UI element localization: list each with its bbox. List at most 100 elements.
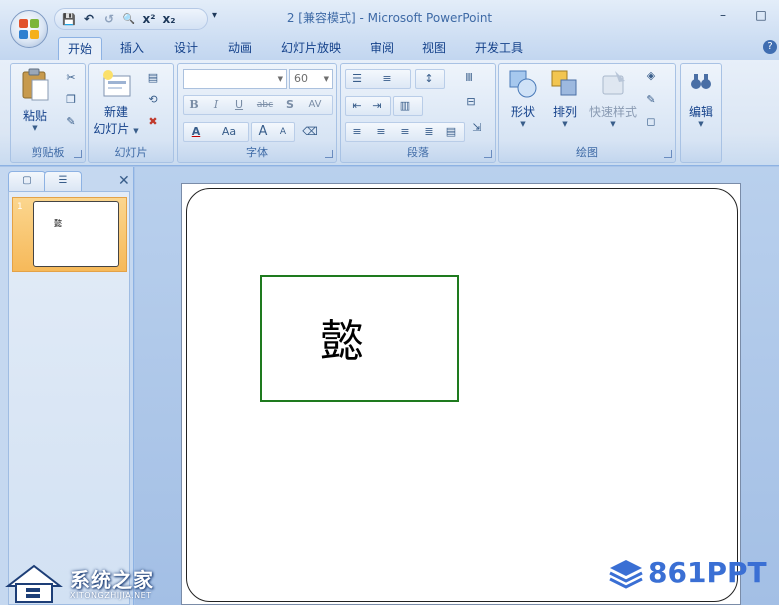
font-size-dropdown-icon: ▼ bbox=[323, 75, 329, 83]
drawing-launcher-icon[interactable] bbox=[664, 150, 672, 158]
minimize-button[interactable]: – bbox=[713, 6, 733, 24]
shrink-font-button[interactable]: A bbox=[275, 123, 291, 141]
new-slide-label-1: 新建 bbox=[103, 105, 128, 119]
align-left-icon[interactable]: ≡ bbox=[349, 124, 365, 140]
maximize-button[interactable]: □ bbox=[751, 6, 771, 24]
outline-tab-icon[interactable]: ☰ bbox=[44, 171, 82, 191]
layout-icon[interactable]: ▤ bbox=[145, 70, 161, 86]
clear-formatting-icon[interactable]: ⌫ bbox=[302, 124, 318, 140]
slide-canvas[interactable]: 懿 bbox=[181, 183, 741, 605]
group-font: ▼ 60 ▼ B I U abc S AV A Aa A A ⌫ 字体 bbox=[177, 63, 337, 163]
quick-styles-icon bbox=[602, 71, 625, 95]
thumbnail-text: 懿 bbox=[54, 219, 62, 228]
text-direction-icon[interactable]: Ⅲ bbox=[461, 70, 477, 86]
numbering-icon[interactable]: ≡ bbox=[379, 71, 395, 87]
tab-view[interactable]: 视图 bbox=[414, 37, 454, 60]
shapes-dropdown-icon: ▼ bbox=[520, 120, 526, 128]
tab-review[interactable]: 审阅 bbox=[362, 37, 402, 60]
tab-home[interactable]: 开始 bbox=[58, 37, 102, 60]
shapes-label: 形状 bbox=[510, 105, 535, 119]
text-box[interactable]: 懿 bbox=[260, 275, 459, 402]
line-spacing-icon[interactable]: ↕ bbox=[421, 71, 437, 87]
slides-panel: ▢ ☰ ✕ 1 懿 bbox=[0, 167, 134, 605]
tab-slideshow[interactable]: 幻灯片放映 bbox=[274, 37, 348, 60]
shapes-button[interactable]: 形状 ▼ bbox=[503, 68, 543, 128]
font-group-label: 字体 bbox=[246, 146, 268, 159]
underline-button[interactable]: U bbox=[231, 96, 247, 114]
editing-button[interactable]: 编辑 ▼ bbox=[683, 70, 719, 128]
shape-effects-icon[interactable]: ◻ bbox=[643, 114, 659, 130]
copy-icon[interactable]: ❐ bbox=[63, 92, 79, 108]
office-button[interactable] bbox=[10, 10, 48, 48]
office-logo-icon bbox=[19, 19, 39, 39]
slide-number: 1 bbox=[17, 202, 23, 212]
arrange-dropdown-icon: ▼ bbox=[562, 120, 568, 128]
help-icon[interactable]: ? bbox=[763, 40, 777, 54]
shape-outline-icon[interactable]: ✎ bbox=[643, 92, 659, 108]
paste-button[interactable]: 粘贴 ▼ bbox=[15, 68, 55, 132]
cut-icon[interactable]: ✂ bbox=[63, 70, 79, 86]
paste-icon bbox=[22, 68, 49, 101]
align-center-icon[interactable]: ≡ bbox=[373, 124, 389, 140]
increase-indent-icon[interactable]: ⇥ bbox=[369, 98, 385, 114]
close-panel-icon[interactable]: ✕ bbox=[118, 173, 130, 189]
align-right-icon[interactable]: ≡ bbox=[397, 124, 413, 140]
slide-workspace: 懿 bbox=[135, 167, 779, 605]
tab-design[interactable]: 设计 bbox=[166, 37, 206, 60]
new-slide-icon bbox=[103, 70, 131, 97]
delete-slide-icon[interactable]: ✖ bbox=[145, 114, 161, 130]
bold-button[interactable]: B bbox=[186, 96, 202, 114]
watermark-xitongzhijia: 系统之家 XITONGZHIJIA.NET bbox=[0, 558, 175, 605]
italic-button[interactable]: I bbox=[208, 96, 224, 114]
panel-tabs: ▢ ☰ ✕ bbox=[8, 171, 132, 191]
arrange-button[interactable]: 排列 ▼ bbox=[545, 68, 585, 128]
font-launcher-icon[interactable] bbox=[325, 150, 333, 158]
text-box-content[interactable]: 懿 bbox=[320, 305, 364, 369]
tab-developer[interactable]: 开发工具 bbox=[468, 37, 530, 60]
smartart-icon[interactable]: ⇲ bbox=[469, 120, 485, 136]
font-name-combo[interactable]: ▼ bbox=[183, 69, 287, 89]
watermark-left-url: XITONGZHIJIA.NET bbox=[70, 591, 152, 600]
window-title: 2 [兼容模式] - Microsoft PowerPoint bbox=[286, 11, 493, 25]
quick-styles-button[interactable]: 快速样式 ▼ bbox=[587, 68, 639, 128]
paragraph-launcher-icon[interactable] bbox=[484, 150, 492, 158]
paragraph-group-label: 段落 bbox=[407, 146, 429, 159]
group-clipboard: 粘贴 ▼ ✂ ❐ ✎ 剪贴板 bbox=[10, 63, 86, 163]
shadow-button[interactable]: S bbox=[282, 96, 298, 114]
shape-fill-icon[interactable]: ◈ bbox=[643, 68, 659, 84]
clipboard-launcher-icon[interactable] bbox=[74, 150, 82, 158]
watermark-left-brand: 系统之家 bbox=[70, 568, 154, 592]
strikethrough-button[interactable]: abc bbox=[254, 96, 276, 114]
new-slide-button[interactable]: 新建 幻灯片 ▼ bbox=[91, 68, 141, 137]
decrease-indent-icon[interactable]: ⇤ bbox=[349, 98, 365, 114]
shapes-icon bbox=[509, 70, 537, 98]
tab-insert[interactable]: 插入 bbox=[112, 37, 152, 60]
reset-icon[interactable]: ⟲ bbox=[145, 92, 161, 108]
justify-icon[interactable]: ≣ bbox=[421, 124, 437, 140]
character-spacing-button[interactable]: AV bbox=[304, 96, 326, 114]
font-color-button[interactable]: A bbox=[188, 123, 204, 141]
thumbnail-preview: 懿 bbox=[33, 201, 119, 267]
ribbon-tabs: 开始 插入 设计 动画 幻灯片放映 审阅 视图 开发工具 ? bbox=[0, 36, 779, 60]
new-slide-label-2: 幻灯片 ▼ bbox=[93, 122, 139, 136]
editing-label: 编辑 bbox=[688, 105, 713, 119]
format-painter-icon[interactable]: ✎ bbox=[63, 114, 79, 130]
grow-font-button[interactable]: A bbox=[255, 123, 271, 141]
align-text-icon[interactable]: ⊟ bbox=[463, 94, 479, 110]
editing-dropdown-icon: ▼ bbox=[698, 120, 704, 128]
slide-thumbnail[interactable]: 1 懿 bbox=[12, 197, 127, 272]
distribute-icon[interactable]: ▤ bbox=[443, 124, 459, 140]
tab-animations[interactable]: 动画 bbox=[220, 37, 260, 60]
watermark-861ppt: 861PPT bbox=[606, 556, 776, 590]
arrange-label: 排列 bbox=[552, 105, 577, 119]
columns-icon[interactable]: ▥ bbox=[397, 98, 413, 114]
paste-dropdown-icon: ▼ bbox=[32, 124, 38, 132]
change-case-button[interactable]: Aa bbox=[218, 123, 240, 141]
arrange-icon bbox=[551, 70, 577, 96]
bullets-icon[interactable]: ☰ bbox=[349, 71, 365, 87]
slides-tab-icon[interactable]: ▢ bbox=[8, 171, 46, 191]
slide-thumbnails: 1 懿 bbox=[8, 191, 130, 605]
font-size-combo[interactable]: 60 ▼ bbox=[289, 69, 333, 89]
ribbon: 粘贴 ▼ ✂ ❐ ✎ 剪贴板 新建 幻灯片 ▼ ▤ ⟲ ✖ 幻灯片 ▼ 60 ▼… bbox=[0, 60, 779, 166]
font-size-value: 60 bbox=[294, 72, 308, 85]
